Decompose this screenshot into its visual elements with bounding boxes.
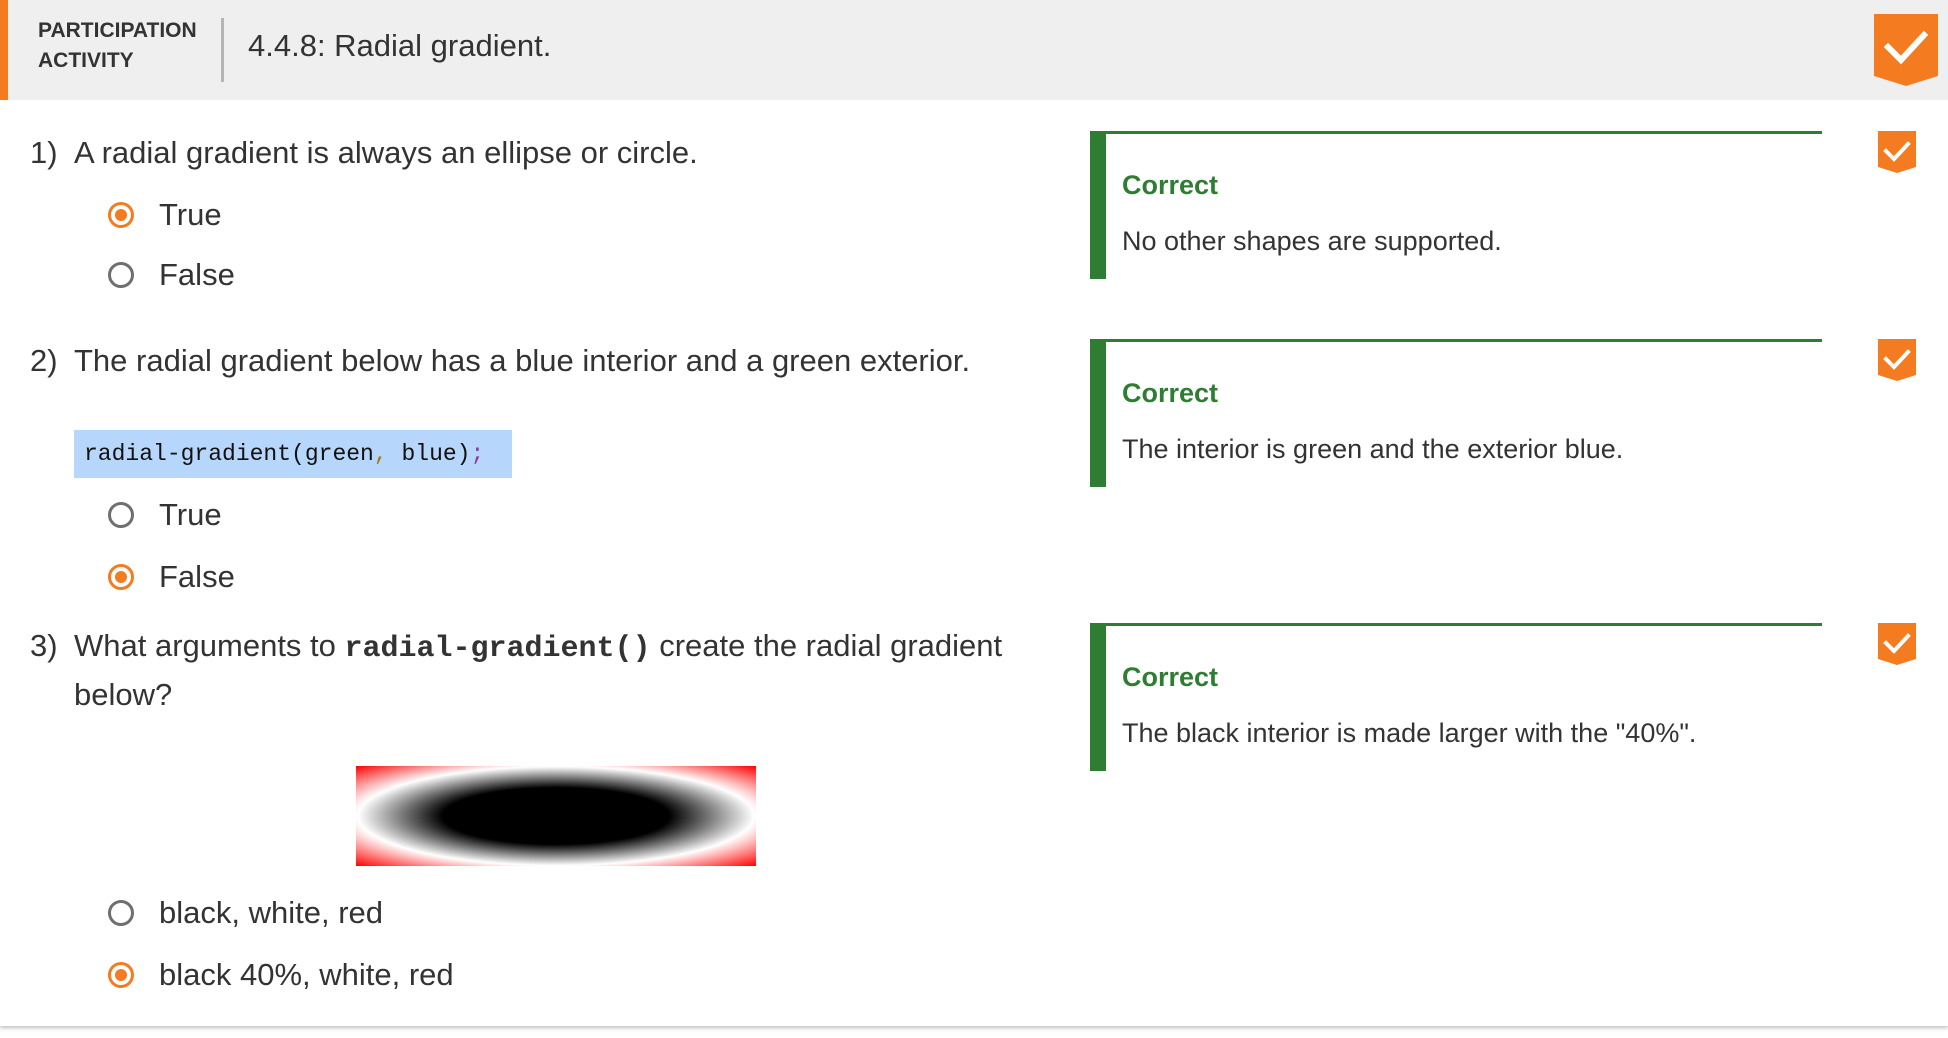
question-number: 1)	[30, 135, 58, 170]
q1-option-true[interactable]: True	[108, 193, 222, 237]
feedback-text: The black interior is made larger with t…	[1122, 718, 1697, 748]
code-comma: ,	[373, 441, 388, 467]
option-label: black 40%, white, red	[159, 957, 454, 992]
radio-unselected-icon[interactable]	[108, 900, 134, 926]
radio-selected-icon[interactable]	[108, 564, 134, 590]
activity-type-label: PARTICIPATION ACTIVITY	[38, 16, 218, 76]
activity-header: PARTICIPATION ACTIVITY 4.4.8: Radial gra…	[0, 0, 1948, 100]
option-label: True	[159, 197, 222, 232]
feedback-title: Correct	[1122, 662, 1219, 692]
q2-correct-check-icon	[1878, 339, 1916, 381]
q1-feedback: Correct No other shapes are supported.	[1090, 131, 1822, 279]
question-number: 3)	[30, 628, 58, 663]
q3-feedback: Correct The black interior is made large…	[1090, 623, 1822, 771]
feedback-text: The interior is green and the exterior b…	[1122, 434, 1624, 464]
radio-unselected-icon[interactable]	[108, 502, 134, 528]
feedback-title: Correct	[1122, 170, 1219, 200]
option-label: False	[159, 559, 235, 594]
question-text: What arguments to radial-gradient() crea…	[74, 623, 1064, 717]
feedback-text: No other shapes are supported.	[1122, 226, 1502, 256]
option-label: black, white, red	[159, 895, 383, 930]
radio-unselected-icon[interactable]	[108, 262, 134, 288]
question-text: A radial gradient is always an ellipse o…	[74, 135, 698, 170]
q2-option-true[interactable]: True	[108, 493, 222, 537]
header-divider	[221, 18, 224, 82]
question-code: radial-gradient()	[344, 632, 651, 666]
code-rest: blue)	[387, 441, 471, 467]
completion-check-icon	[1874, 14, 1938, 86]
code-function: radial-gradient(green	[84, 441, 374, 467]
q2-feedback: Correct The interior is green and the ex…	[1090, 339, 1822, 487]
participation-activity: PARTICIPATION ACTIVITY 4.4.8: Radial gra…	[0, 0, 1948, 1026]
q2-code-snippet: radial-gradient(green, blue);	[74, 430, 512, 478]
activity-title: 4.4.8: Radial gradient.	[248, 28, 552, 63]
activity-type-line1: PARTICIPATION	[38, 19, 197, 42]
feedback-title: Correct	[1122, 378, 1219, 408]
question-text: The radial gradient below has a blue int…	[74, 343, 971, 378]
activity-type-line2: ACTIVITY	[38, 49, 134, 72]
q3-option-b[interactable]: black 40%, white, red	[108, 953, 454, 997]
question-text-before: What arguments to	[74, 628, 345, 663]
q3-option-a[interactable]: black, white, red	[108, 891, 383, 935]
option-label: False	[159, 257, 235, 292]
q2-option-false[interactable]: False	[108, 555, 235, 599]
radio-selected-icon[interactable]	[108, 202, 134, 228]
radio-selected-icon[interactable]	[108, 962, 134, 988]
code-semicolon: ;	[470, 441, 485, 467]
option-label: True	[159, 497, 222, 532]
q1-option-false[interactable]: False	[108, 253, 235, 297]
q1-correct-check-icon	[1878, 131, 1916, 173]
q3-correct-check-icon	[1878, 623, 1916, 665]
question-number: 2)	[30, 343, 58, 378]
radial-gradient-example-image	[356, 766, 756, 866]
